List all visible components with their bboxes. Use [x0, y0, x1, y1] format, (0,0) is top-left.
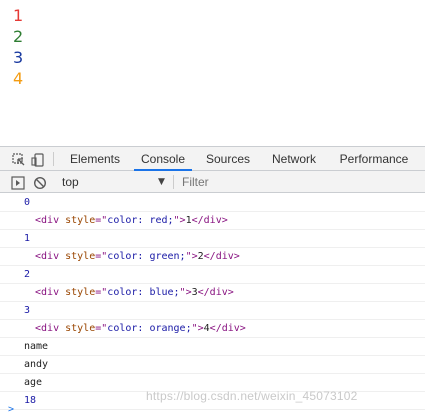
console-toolbar: top ▼ [0, 171, 425, 193]
tab-elements[interactable]: Elements [64, 147, 126, 171]
watermark: https://blog.csdn.net/weixin_45073102 [146, 389, 358, 403]
filter-input[interactable] [182, 171, 402, 193]
page-line-1: 1 [13, 6, 24, 25]
toolbar-divider [53, 152, 54, 166]
page-line-3: 3 [13, 48, 24, 67]
inspect-icon[interactable] [12, 152, 26, 166]
context-selector[interactable]: top [62, 171, 79, 193]
console-log-string: andy [0, 356, 425, 374]
console-log-string: name [0, 338, 425, 356]
page-content: 1 2 3 4 [0, 0, 425, 146]
console-prompt[interactable]: > [8, 404, 14, 415]
devtools-panel: Elements Console Sources Network Perform… [0, 146, 425, 416]
console-log-number: 3 [0, 302, 425, 320]
console-log-number: 0 [0, 194, 425, 212]
chevron-down-icon[interactable]: ▼ [158, 171, 165, 193]
tab-network[interactable]: Network [264, 147, 324, 171]
page-line-4: 4 [13, 69, 24, 88]
filter-divider [173, 175, 174, 189]
console-messages: 0 <div style="color: red;">1</div> 1 <di… [0, 193, 425, 416]
page-line-2: 2 [13, 27, 24, 46]
console-log-number: 2 [0, 266, 425, 284]
devtools-tabbar: Elements Console Sources Network Perform… [0, 147, 425, 171]
console-log-element[interactable]: <div style="color: orange;">4</div> [0, 320, 425, 338]
clear-console-icon[interactable] [33, 175, 47, 190]
console-log-element[interactable]: <div style="color: red;">1</div> [0, 212, 425, 230]
tab-sources[interactable]: Sources [200, 147, 256, 171]
console-log-element[interactable]: <div style="color: blue;">3</div> [0, 284, 425, 302]
sidebar-icon[interactable] [11, 175, 25, 190]
tab-console[interactable]: Console [134, 147, 192, 171]
console-log-element[interactable]: <div style="color: green;">2</div> [0, 248, 425, 266]
console-log-number: 1 [0, 230, 425, 248]
device-toolbar-icon[interactable] [31, 152, 45, 167]
tab-performance[interactable]: Performance [332, 147, 416, 171]
